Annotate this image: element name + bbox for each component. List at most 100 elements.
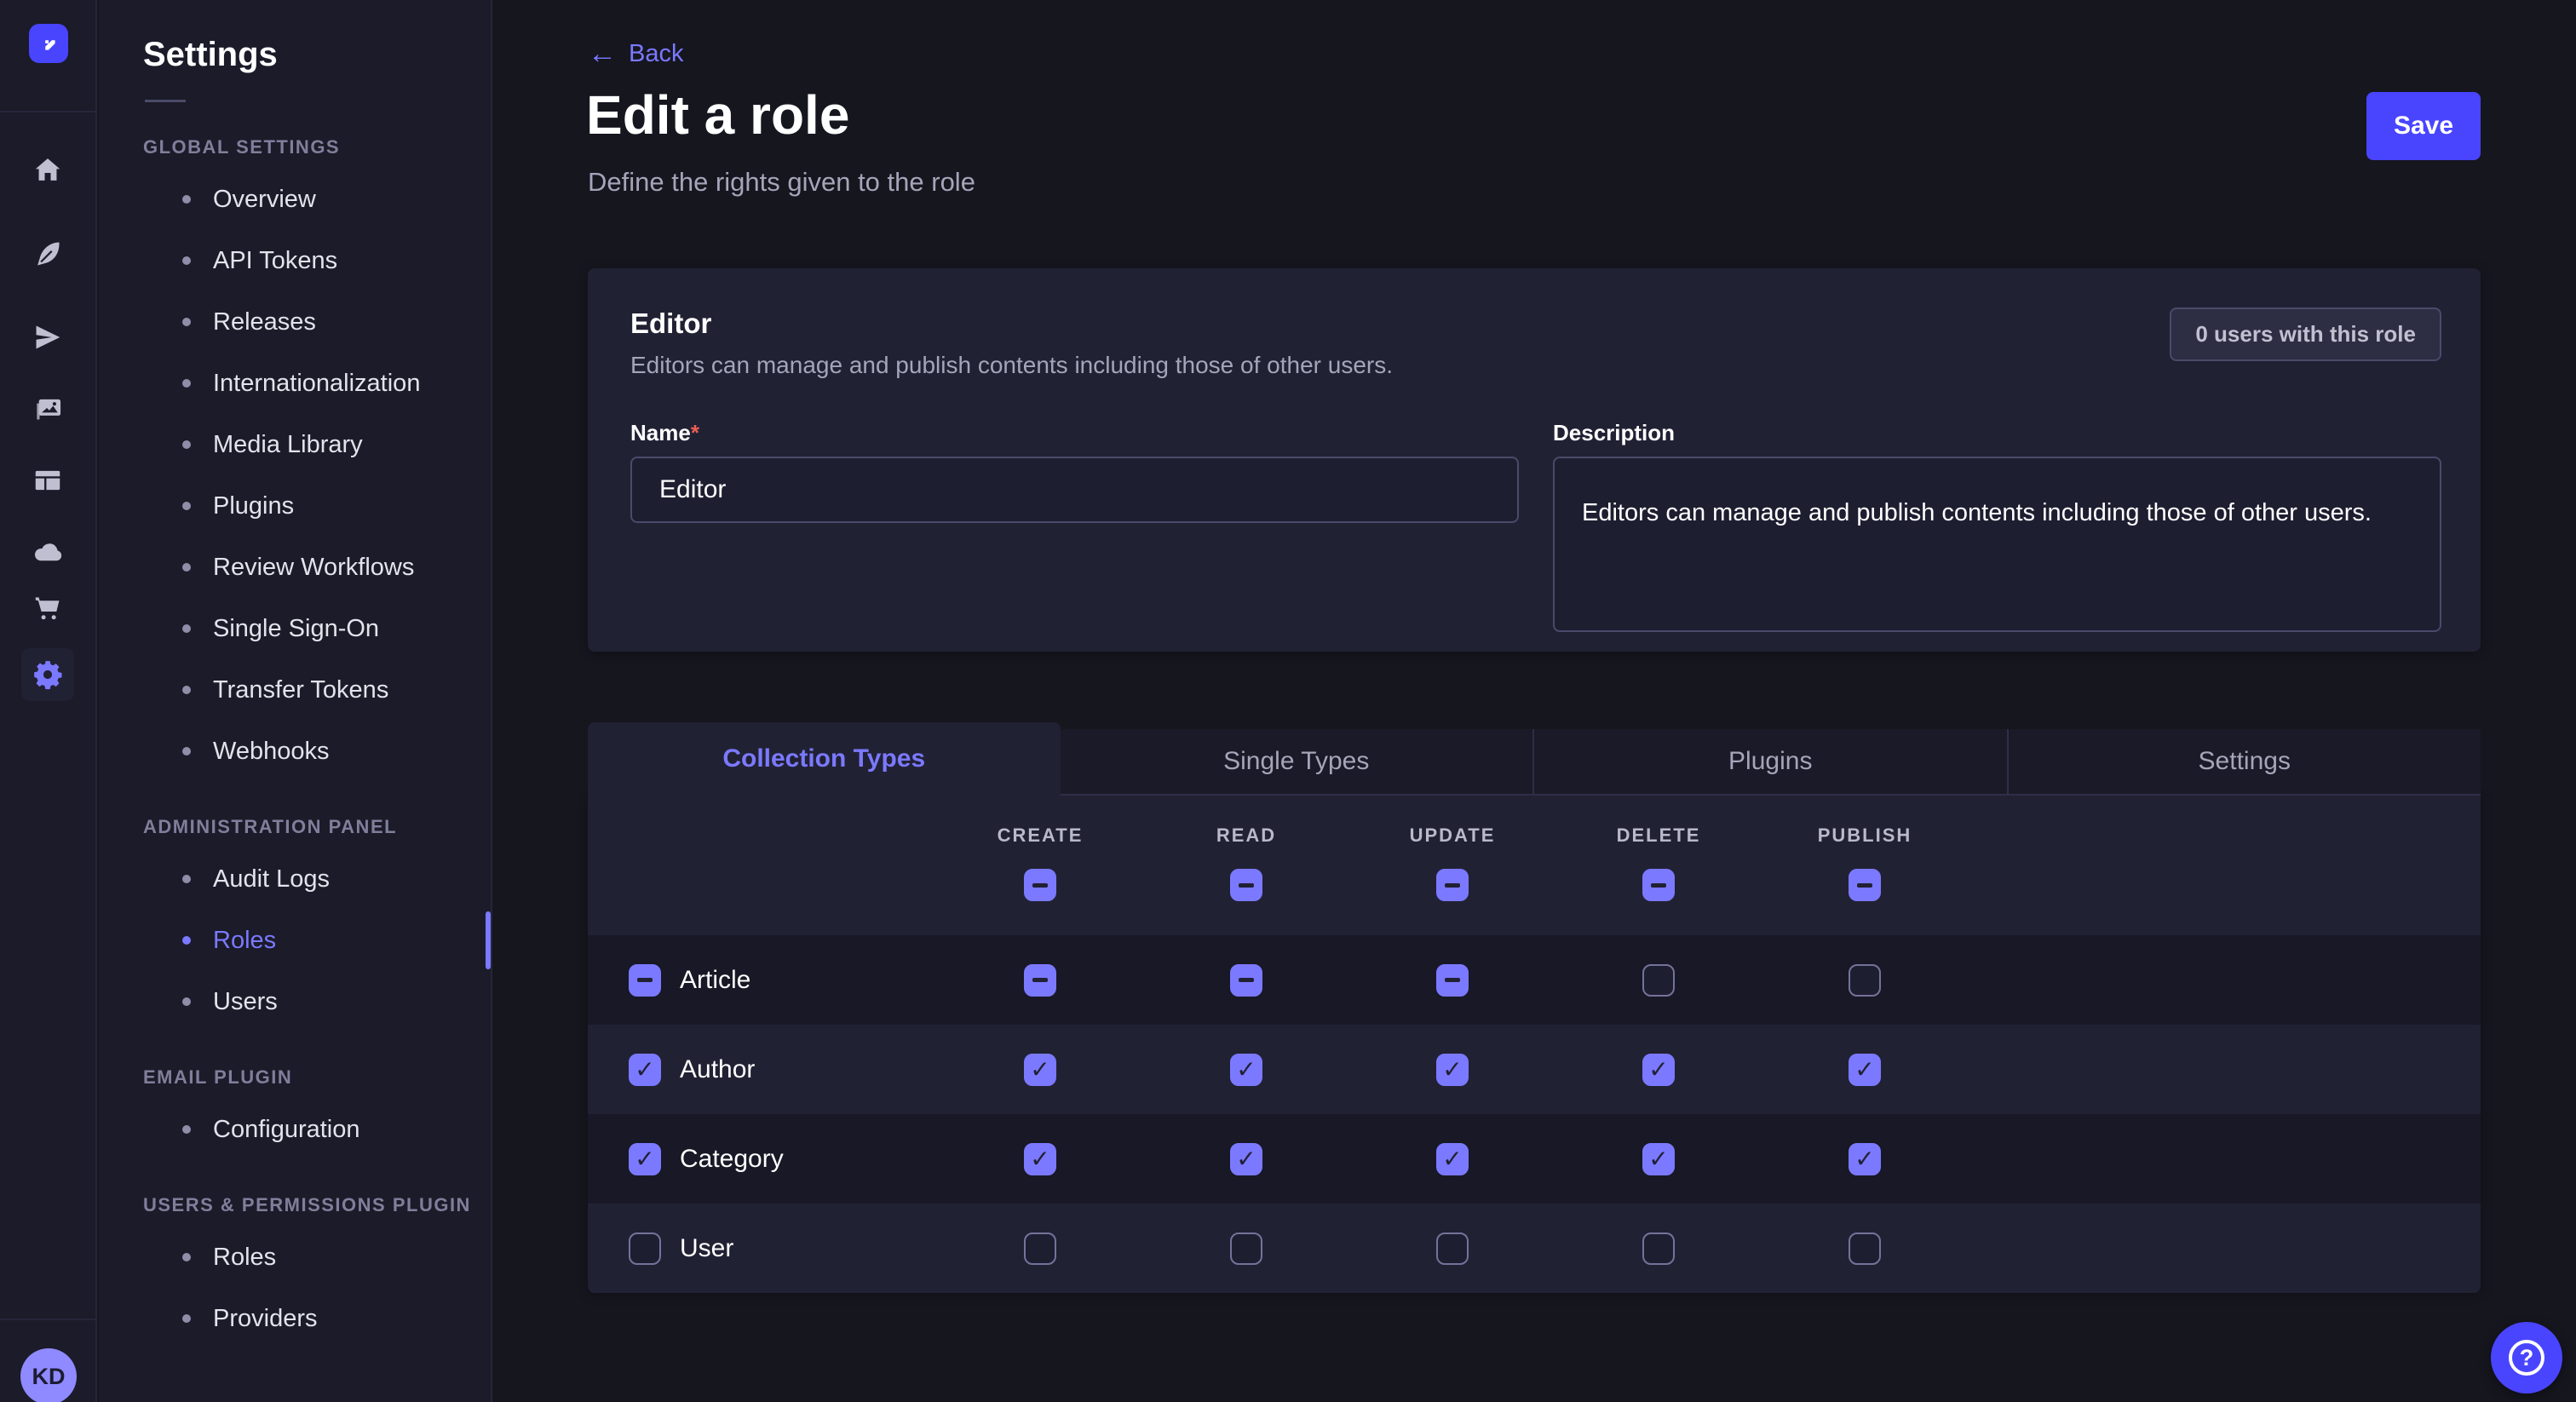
description-field-group: Description Editors can manage and publi… bbox=[1553, 420, 2441, 636]
select-all-read-checkbox[interactable] bbox=[1230, 869, 1262, 901]
author-update-checkbox[interactable] bbox=[1436, 1054, 1469, 1086]
category-read-checkbox[interactable] bbox=[1230, 1143, 1262, 1175]
nav-deploy[interactable] bbox=[29, 319, 66, 356]
column-delete: DELETE bbox=[1555, 796, 1762, 901]
author-read-checkbox[interactable] bbox=[1230, 1054, 1262, 1086]
cart-icon bbox=[32, 592, 64, 624]
category-update-checkbox[interactable] bbox=[1436, 1143, 1469, 1175]
sidebar-item-roles-admin[interactable]: Roles bbox=[99, 910, 491, 971]
permissions-card: Collection Types Single Types Plugins Se… bbox=[588, 722, 2481, 1293]
nav-home[interactable] bbox=[29, 152, 66, 189]
column-label: DELETE bbox=[1617, 825, 1701, 847]
section-label: USERS & PERMISSIONS PLUGIN bbox=[143, 1194, 491, 1216]
nav-content-manager[interactable] bbox=[29, 462, 66, 499]
settings-sidebar: Settings GLOBAL SETTINGS Overview API To… bbox=[99, 0, 492, 1402]
sidebar-item-overview[interactable]: Overview bbox=[99, 169, 491, 230]
sidebar-item-audit-logs[interactable]: Audit Logs bbox=[99, 848, 491, 910]
sidebar-item-single-sign-on[interactable]: Single Sign-On bbox=[99, 598, 491, 659]
back-arrow-icon: ← bbox=[588, 39, 617, 68]
nav-cloud[interactable] bbox=[29, 533, 66, 571]
sidebar-item-review-workflows[interactable]: Review Workflows bbox=[99, 537, 491, 598]
save-button[interactable]: Save bbox=[2366, 92, 2481, 160]
sidebar-item-releases[interactable]: Releases bbox=[99, 291, 491, 353]
nav-content-type-builder[interactable] bbox=[29, 235, 66, 273]
role-details-card: Editor Editors can manage and publish co… bbox=[588, 268, 2481, 652]
user-delete-checkbox[interactable] bbox=[1642, 1232, 1675, 1265]
page-subtitle: Define the rights given to the role bbox=[588, 167, 975, 198]
sidebar-item-roles-up[interactable]: Roles bbox=[99, 1227, 491, 1288]
row-select-checkbox[interactable] bbox=[629, 964, 661, 997]
back-link[interactable]: ← Back bbox=[588, 39, 683, 68]
column-publish: PUBLISH bbox=[1762, 796, 1968, 901]
row-select-checkbox[interactable] bbox=[629, 1054, 661, 1086]
author-delete-checkbox[interactable] bbox=[1642, 1054, 1675, 1086]
article-update-checkbox[interactable] bbox=[1436, 964, 1469, 997]
tab-single-types[interactable]: Single Types bbox=[1061, 729, 1533, 796]
name-input[interactable] bbox=[630, 457, 1519, 523]
nav-media-library[interactable] bbox=[29, 390, 66, 428]
column-label: PUBLISH bbox=[1818, 825, 1912, 847]
rail-divider bbox=[0, 111, 97, 112]
users-with-role-badge[interactable]: 0 users with this role bbox=[2170, 307, 2441, 361]
help-button[interactable]: ? bbox=[2491, 1322, 2562, 1393]
permissions-tabs: Collection Types Single Types Plugins Se… bbox=[588, 722, 2481, 796]
user-create-checkbox[interactable] bbox=[1024, 1232, 1056, 1265]
sidebar-item-media-library[interactable]: Media Library bbox=[99, 414, 491, 475]
sidebar-item-users[interactable]: Users bbox=[99, 971, 491, 1032]
nav-settings[interactable] bbox=[21, 648, 74, 701]
sidebar-title: Settings bbox=[99, 0, 491, 74]
category-create-checkbox[interactable] bbox=[1024, 1143, 1056, 1175]
article-create-checkbox[interactable] bbox=[1024, 964, 1056, 997]
permissions-header-row: CREATE READ UPDATE DELETE bbox=[588, 796, 2481, 935]
row-select-checkbox[interactable] bbox=[629, 1143, 661, 1175]
sidebar-item-api-tokens[interactable]: API Tokens bbox=[99, 230, 491, 291]
user-avatar[interactable]: KD bbox=[20, 1348, 77, 1402]
category-delete-checkbox[interactable] bbox=[1642, 1143, 1675, 1175]
strapi-admin-screen: KD Settings GLOBAL SETTINGS Overview API… bbox=[0, 0, 2576, 1402]
tab-plugins[interactable]: Plugins bbox=[1532, 729, 2007, 796]
help-icon: ? bbox=[2509, 1340, 2544, 1376]
column-label: CREATE bbox=[998, 825, 1084, 847]
section-users-permissions-plugin: USERS & PERMISSIONS PLUGIN Roles Provide… bbox=[99, 1194, 491, 1349]
article-read-checkbox[interactable] bbox=[1230, 964, 1262, 997]
select-all-create-checkbox[interactable] bbox=[1024, 869, 1056, 901]
required-asterisk: * bbox=[691, 420, 699, 445]
sidebar-item-transfer-tokens[interactable]: Transfer Tokens bbox=[99, 659, 491, 721]
tab-settings[interactable]: Settings bbox=[2007, 729, 2481, 796]
user-update-checkbox[interactable] bbox=[1436, 1232, 1469, 1265]
sidebar-item-plugins[interactable]: Plugins bbox=[99, 475, 491, 537]
sidebar-item-internationalization[interactable]: Internationalization bbox=[99, 353, 491, 414]
gear-icon bbox=[32, 658, 64, 691]
select-all-publish-checkbox[interactable] bbox=[1849, 869, 1881, 901]
images-icon bbox=[32, 393, 64, 425]
author-publish-checkbox[interactable] bbox=[1849, 1054, 1881, 1086]
sidebar-item-webhooks[interactable]: Webhooks bbox=[99, 721, 491, 782]
description-label: Description bbox=[1553, 420, 2441, 446]
row-label: Category bbox=[680, 1145, 784, 1174]
sidebar-item-configuration[interactable]: Configuration bbox=[99, 1099, 491, 1160]
user-publish-checkbox[interactable] bbox=[1849, 1232, 1881, 1265]
description-textarea[interactable]: Editors can manage and publish contents … bbox=[1553, 457, 2441, 632]
row-label: User bbox=[680, 1234, 733, 1263]
author-create-checkbox[interactable] bbox=[1024, 1054, 1056, 1086]
strapi-logo[interactable] bbox=[29, 24, 68, 63]
select-all-update-checkbox[interactable] bbox=[1436, 869, 1469, 901]
section-administration-panel: ADMINISTRATION PANEL Audit Logs Roles Us… bbox=[99, 816, 491, 1032]
sidebar-item-providers[interactable]: Providers bbox=[99, 1288, 491, 1349]
name-label: Name* bbox=[630, 420, 1519, 446]
category-publish-checkbox[interactable] bbox=[1849, 1143, 1881, 1175]
nav-marketplace[interactable] bbox=[29, 589, 66, 627]
section-global-settings: GLOBAL SETTINGS Overview API Tokens Rele… bbox=[99, 136, 491, 782]
table-row-author: Author bbox=[588, 1025, 2481, 1114]
article-delete-checkbox[interactable] bbox=[1642, 964, 1675, 997]
icon-rail: KD bbox=[0, 0, 97, 1402]
section-label: ADMINISTRATION PANEL bbox=[143, 816, 491, 838]
user-read-checkbox[interactable] bbox=[1230, 1232, 1262, 1265]
paper-plane-icon bbox=[32, 321, 64, 353]
article-publish-checkbox[interactable] bbox=[1849, 964, 1881, 997]
tab-collection-types[interactable]: Collection Types bbox=[588, 722, 1061, 796]
select-all-delete-checkbox[interactable] bbox=[1642, 869, 1675, 901]
main-content: ← Back Edit a role Define the rights giv… bbox=[492, 0, 2576, 1402]
role-description-text: Editors can manage and publish contents … bbox=[630, 352, 1393, 379]
row-select-checkbox[interactable] bbox=[629, 1232, 661, 1265]
